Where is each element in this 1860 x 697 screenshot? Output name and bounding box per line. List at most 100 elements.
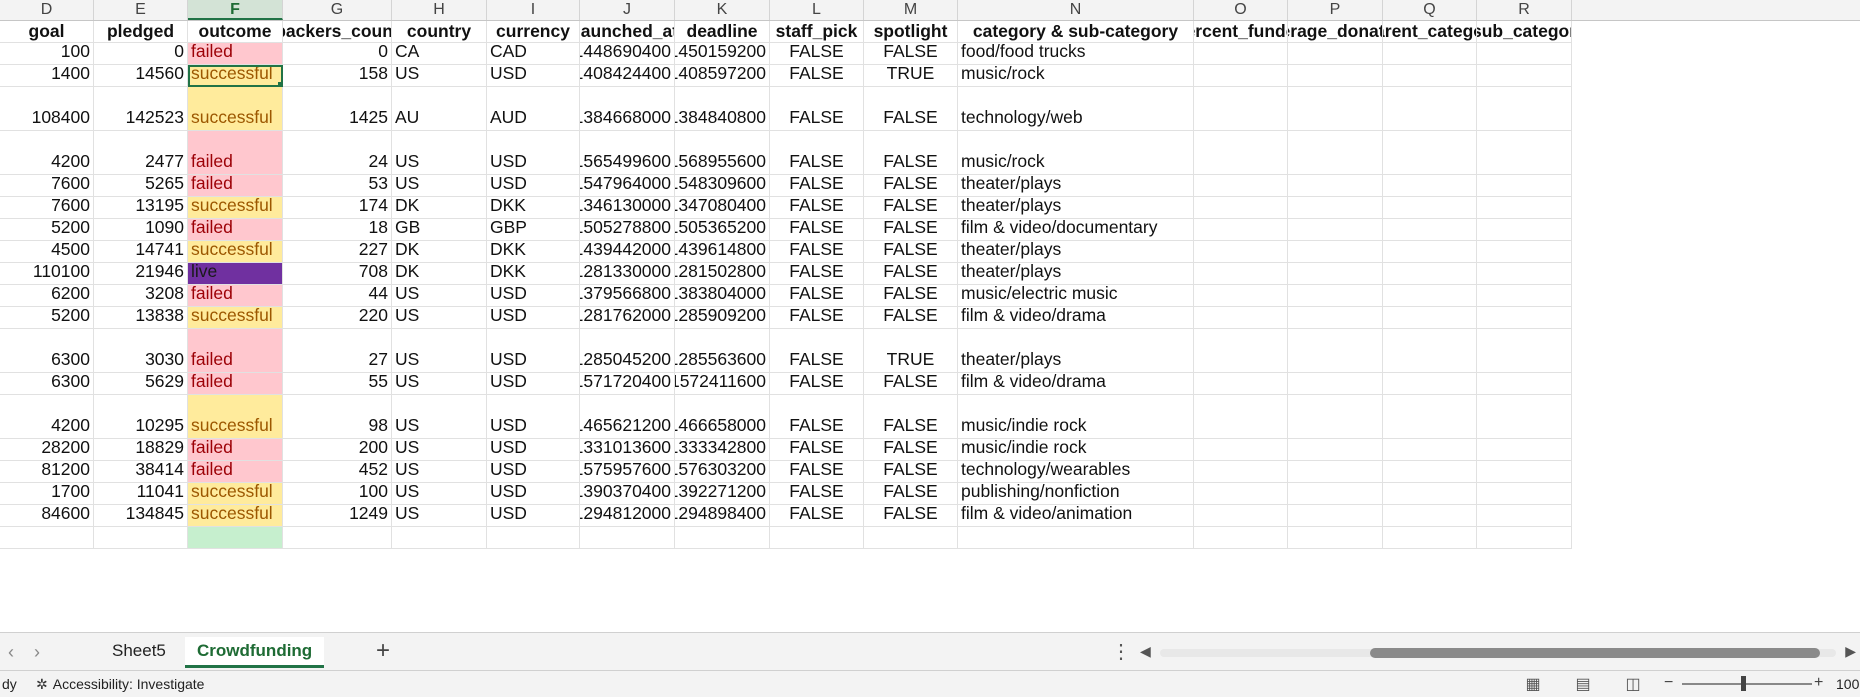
cell[interactable] xyxy=(1477,285,1572,307)
cell[interactable]: FALSE xyxy=(770,329,864,373)
cell[interactable]: FALSE xyxy=(770,241,864,263)
cell[interactable] xyxy=(1383,439,1477,461)
tab-crowdfunding[interactable]: Crowdfunding xyxy=(185,637,325,668)
column-header-p[interactable]: P xyxy=(1288,0,1383,20)
outcome-cell[interactable]: failed xyxy=(188,439,283,461)
cell[interactable] xyxy=(1194,527,1288,549)
cell[interactable] xyxy=(94,527,188,549)
cell[interactable]: 174 xyxy=(283,197,392,219)
cell[interactable]: FALSE xyxy=(864,395,958,439)
cell[interactable]: US xyxy=(392,373,487,395)
cell[interactable] xyxy=(1477,87,1572,131)
cell[interactable]: FALSE xyxy=(770,131,864,175)
cell[interactable]: USD xyxy=(487,285,580,307)
cell[interactable] xyxy=(1383,307,1477,329)
cell[interactable]: 53 xyxy=(283,175,392,197)
cell[interactable]: US xyxy=(392,395,487,439)
cell[interactable]: 0 xyxy=(94,43,188,65)
cell[interactable] xyxy=(1383,373,1477,395)
cell[interactable]: FALSE xyxy=(770,263,864,285)
cell[interactable] xyxy=(1194,219,1288,241)
cell[interactable]: FALSE xyxy=(770,43,864,65)
cell[interactable] xyxy=(1477,395,1572,439)
cell[interactable]: 452 xyxy=(283,461,392,483)
header-cell[interactable]: ercent_funde xyxy=(1194,21,1288,43)
cell[interactable] xyxy=(1288,175,1383,197)
cell[interactable] xyxy=(1288,241,1383,263)
cell[interactable]: FALSE xyxy=(770,197,864,219)
cell[interactable]: 1281330000 xyxy=(580,263,675,285)
cell[interactable]: 27 xyxy=(283,329,392,373)
cell[interactable] xyxy=(1288,197,1383,219)
cell[interactable]: FALSE xyxy=(864,505,958,527)
header-cell[interactable]: country xyxy=(392,21,487,43)
cell[interactable]: 5200 xyxy=(0,307,94,329)
cell[interactable]: US xyxy=(392,131,487,175)
cell[interactable]: FALSE xyxy=(864,263,958,285)
outcome-cell[interactable]: successful xyxy=(188,241,283,263)
zoom-slider-thumb[interactable] xyxy=(1741,676,1746,691)
column-header-q[interactable]: Q xyxy=(1383,0,1477,20)
cell[interactable]: music/rock xyxy=(958,65,1194,87)
cell[interactable] xyxy=(1477,505,1572,527)
header-cell[interactable]: currency xyxy=(487,21,580,43)
grid-view-icon[interactable]: ▦ xyxy=(1522,674,1544,693)
cell[interactable]: theater/plays xyxy=(958,241,1194,263)
cell[interactable]: FALSE xyxy=(770,307,864,329)
cell[interactable] xyxy=(1383,263,1477,285)
cell[interactable]: USD xyxy=(487,175,580,197)
column-header-r[interactable]: R xyxy=(1477,0,1572,20)
cell[interactable]: FALSE xyxy=(770,461,864,483)
cell[interactable]: 1347080400 xyxy=(675,197,770,219)
cell[interactable] xyxy=(1288,219,1383,241)
cell[interactable]: FALSE xyxy=(864,197,958,219)
cell[interactable]: DKK xyxy=(487,241,580,263)
header-cell[interactable]: sub_categor xyxy=(1477,21,1572,43)
outcome-cell[interactable]: live xyxy=(188,263,283,285)
cell[interactable]: US xyxy=(392,329,487,373)
cell[interactable]: 1425 xyxy=(283,87,392,131)
cell[interactable]: 1700 xyxy=(0,483,94,505)
cell[interactable] xyxy=(1288,87,1383,131)
cell[interactable]: 1285909200 xyxy=(675,307,770,329)
cell[interactable]: 1450159200 xyxy=(675,43,770,65)
cell[interactable]: music/rock xyxy=(958,131,1194,175)
outcome-cell[interactable]: failed xyxy=(188,219,283,241)
cell[interactable]: 1281502800 xyxy=(675,263,770,285)
cell[interactable]: 142523 xyxy=(94,87,188,131)
cell[interactable]: USD xyxy=(487,439,580,461)
cell[interactable]: USD xyxy=(487,483,580,505)
cell[interactable]: US xyxy=(392,175,487,197)
cell[interactable]: 1505365200 xyxy=(675,219,770,241)
cell[interactable]: FALSE xyxy=(770,285,864,307)
cell[interactable]: FALSE xyxy=(864,131,958,175)
cell[interactable]: music/electric music xyxy=(958,285,1194,307)
cell[interactable] xyxy=(1477,43,1572,65)
cell[interactable] xyxy=(1383,461,1477,483)
active-cell[interactable]: successful xyxy=(188,65,283,87)
cell[interactable]: 1408597200 xyxy=(675,65,770,87)
cell[interactable]: 81200 xyxy=(0,461,94,483)
cell[interactable]: 4200 xyxy=(0,131,94,175)
cell[interactable]: 1548309600 xyxy=(675,175,770,197)
cell[interactable]: 5629 xyxy=(94,373,188,395)
column-header-i[interactable]: I xyxy=(487,0,580,20)
plus-icon[interactable]: + xyxy=(376,637,390,665)
cell[interactable]: FALSE xyxy=(770,65,864,87)
cell[interactable]: 1568955600 xyxy=(675,131,770,175)
cell[interactable]: 84600 xyxy=(0,505,94,527)
cell[interactable]: film & video/drama xyxy=(958,307,1194,329)
column-header-n[interactable]: N xyxy=(958,0,1194,20)
cell[interactable]: 220 xyxy=(283,307,392,329)
cell[interactable] xyxy=(1383,197,1477,219)
cell[interactable] xyxy=(770,527,864,549)
cell[interactable] xyxy=(1477,373,1572,395)
cell[interactable]: technology/wearables xyxy=(958,461,1194,483)
cell[interactable]: 158 xyxy=(283,65,392,87)
cell[interactable] xyxy=(1194,175,1288,197)
column-header-l[interactable]: L xyxy=(770,0,864,20)
cell[interactable]: 1285045200 xyxy=(580,329,675,373)
outcome-cell[interactable]: successful xyxy=(188,197,283,219)
cell[interactable]: theater/plays xyxy=(958,263,1194,285)
cell[interactable]: 98 xyxy=(283,395,392,439)
